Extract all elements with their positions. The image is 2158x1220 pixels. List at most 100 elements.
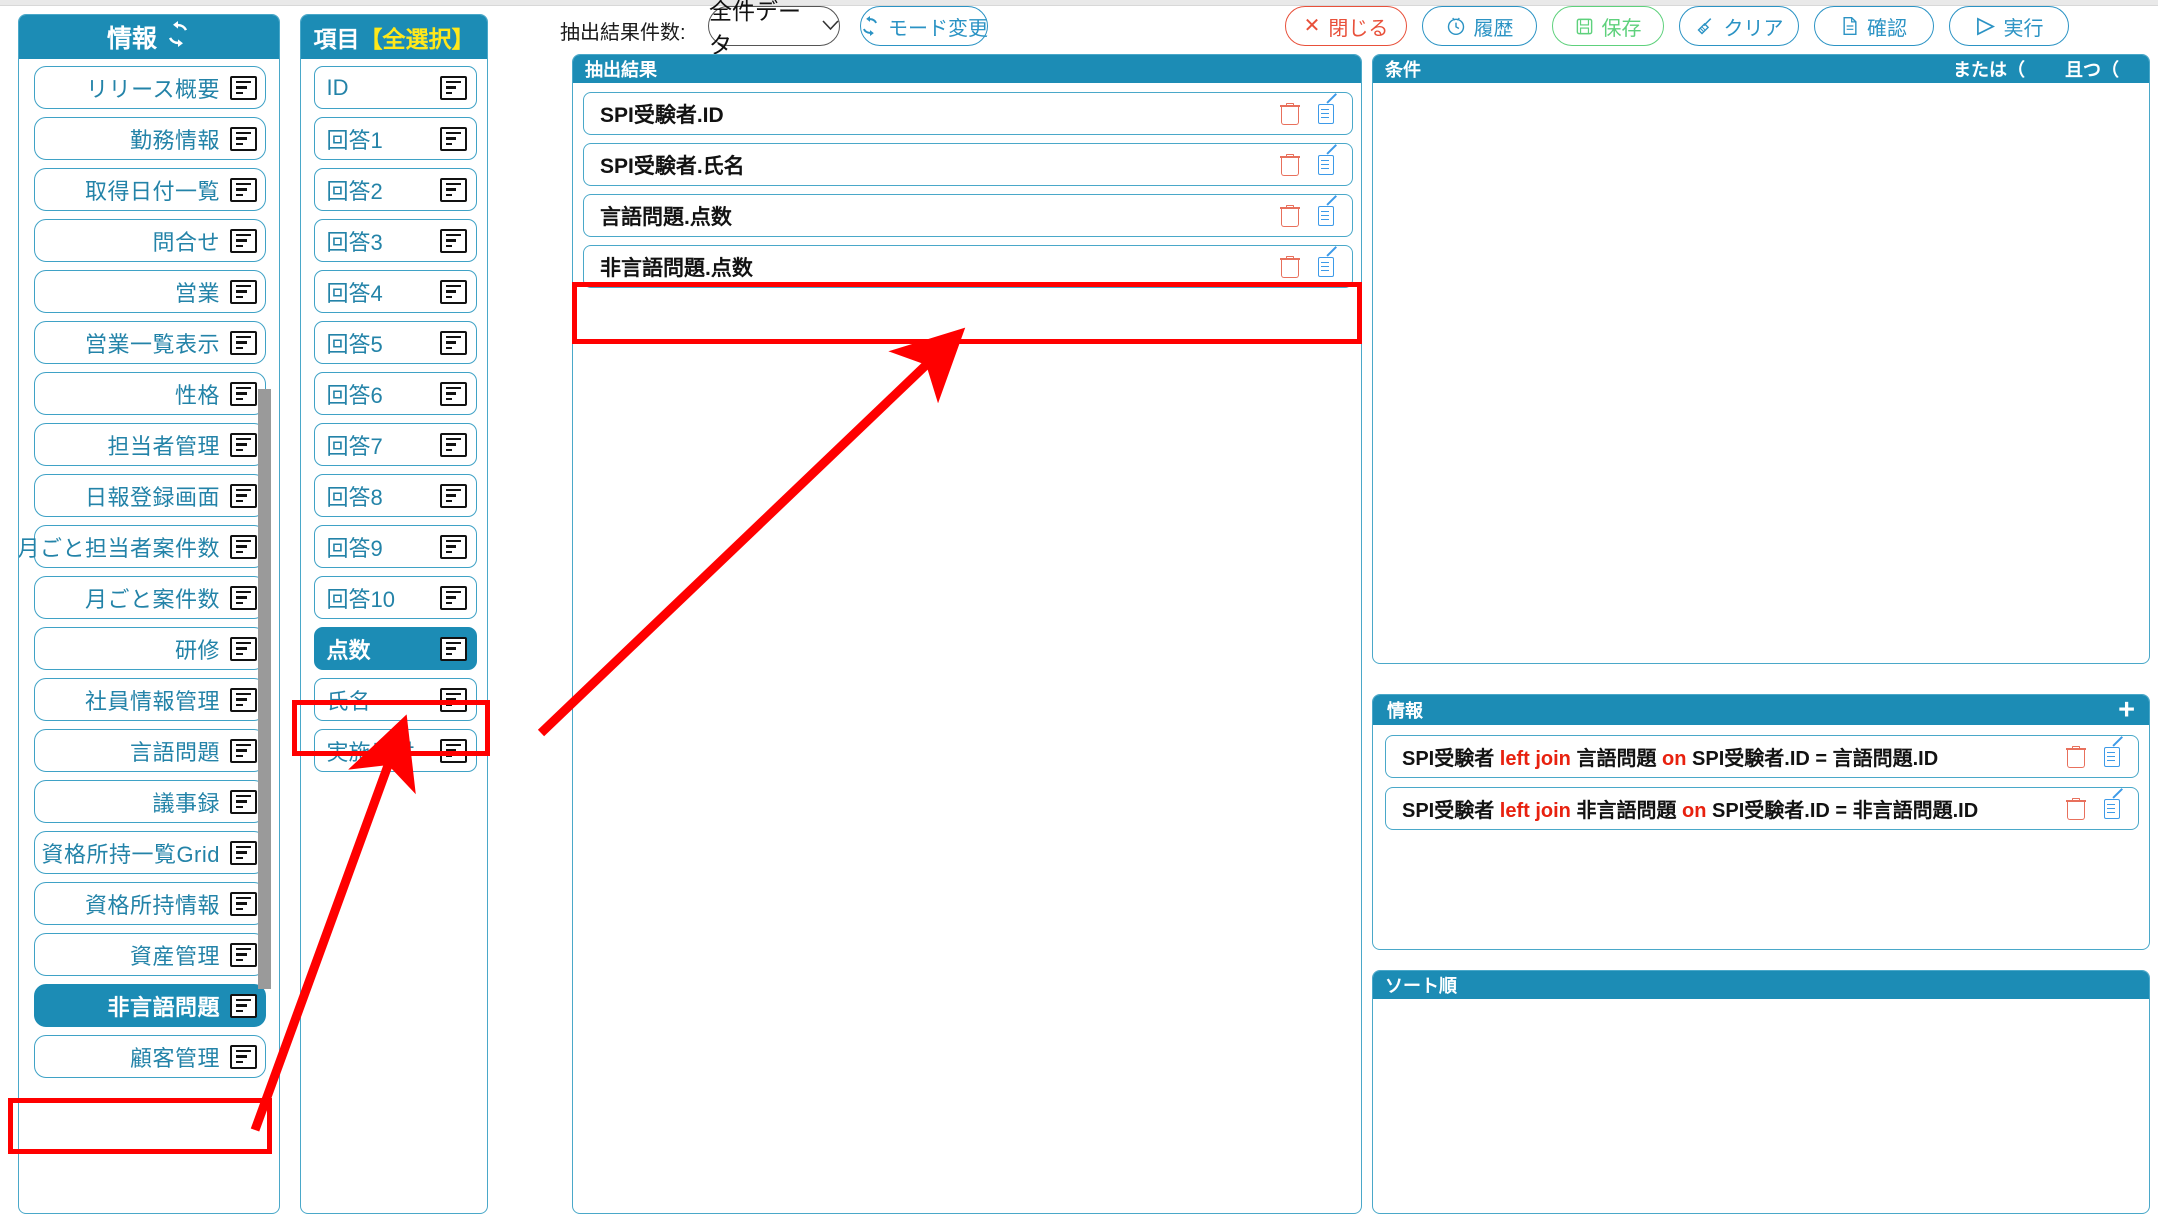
info-header: 情報 +: [1373, 695, 2149, 725]
item-3[interactable]: 回答3: [313, 219, 477, 262]
sort-list[interactable]: [1373, 999, 2149, 1213]
join-list[interactable]: SPI受験者 left join 言語問題 on SPI受験者.ID = 言語問…: [1373, 725, 2149, 949]
extract-results-panel: 抽出結果 SPI受験者.ID SPI受験者.氏名 言語問題.点数 非言語問題.点数: [572, 54, 1362, 1214]
join-row[interactable]: SPI受験者 left join 非言語問題 on SPI受験者.ID = 非言…: [1385, 787, 2139, 830]
item-5[interactable]: 回答5: [313, 321, 477, 364]
trash-icon[interactable]: [1280, 153, 1300, 176]
item-label: 回答6: [326, 382, 383, 408]
trash-icon[interactable]: [1280, 204, 1300, 227]
condition-col-or: または（: [1953, 60, 2025, 80]
item-0[interactable]: ID: [313, 66, 477, 109]
play-icon: [1975, 17, 1996, 36]
sidebar-item-8[interactable]: 日報登録画面: [34, 474, 266, 517]
document-icon: [1841, 16, 1859, 36]
annotation-highlight-item: [292, 700, 490, 756]
save-button[interactable]: 保存: [1552, 6, 1664, 46]
item-4[interactable]: 回答4: [313, 270, 477, 313]
item-11[interactable]: 点数: [313, 627, 477, 670]
history-button[interactable]: 履歴: [1422, 6, 1537, 46]
items-list[interactable]: ID 回答1 回答2 回答3 回答4 回答5 回答6 回答7 回答8 回答9 回答10 点数 氏名 実施日…: [301, 59, 487, 1213]
close-button[interactable]: ✕ 閉じる: [1285, 6, 1407, 46]
sidebar-item-7[interactable]: 担当者管理: [34, 423, 266, 466]
edit-icon[interactable]: [1318, 205, 1338, 227]
trash-icon[interactable]: [1280, 255, 1300, 278]
trash-icon[interactable]: [1280, 102, 1300, 125]
sidebar-item-label: 営業一覧表示: [84, 331, 220, 357]
extract-count-label: 抽出結果件数:: [560, 22, 686, 44]
join-row[interactable]: SPI受験者 left join 言語問題 on SPI受験者.ID = 言語問…: [1385, 735, 2139, 778]
list-icon: [230, 840, 257, 865]
extract-result-row[interactable]: SPI受験者.氏名: [583, 143, 1353, 186]
item-label: 回答8: [326, 484, 383, 510]
sidebar-scrollbar-thumb[interactable]: [258, 389, 271, 989]
refresh-icon[interactable]: [165, 20, 191, 54]
run-button[interactable]: 実行: [1949, 6, 2069, 46]
list-icon: [230, 126, 257, 151]
row-actions: [2066, 797, 2124, 820]
sidebar-scrollbar-track[interactable]: [258, 59, 275, 1213]
sidebar-item-2[interactable]: 取得日付一覧: [34, 168, 266, 211]
edit-icon[interactable]: [1318, 154, 1338, 176]
sidebar-item-14[interactable]: 議事録: [34, 780, 266, 823]
extract-count-select[interactable]: 全件データ: [708, 0, 840, 58]
item-9[interactable]: 回答9: [313, 525, 477, 568]
sidebar-item-label: 非言語問題: [107, 994, 220, 1020]
item-6[interactable]: 回答6: [313, 372, 477, 415]
item-8[interactable]: 回答8: [313, 474, 477, 517]
edit-icon[interactable]: [2104, 798, 2124, 820]
item-label: 点数: [326, 637, 371, 663]
item-label: 回答3: [326, 229, 383, 255]
sidebar-item-label: 勤務情報: [129, 127, 220, 153]
item-label: 回答4: [326, 280, 383, 306]
item-label: ID: [326, 74, 349, 100]
mode-change-button[interactable]: モード変更: [860, 6, 988, 46]
item-10[interactable]: 回答10: [313, 576, 477, 619]
clear-button[interactable]: クリア: [1679, 6, 1799, 46]
trash-icon[interactable]: [2066, 797, 2086, 820]
condition-list[interactable]: [1373, 83, 2149, 663]
extract-result-text: 言語問題.点数: [600, 205, 732, 229]
list-icon: [230, 177, 257, 202]
sidebar-item-label: 営業: [174, 280, 220, 306]
items-title-highlight[interactable]: 【全選択】: [360, 20, 475, 54]
sidebar-item-label: 担当者管理: [107, 433, 220, 459]
item-label: 回答7: [326, 433, 383, 459]
sidebar-item-10[interactable]: 月ごと案件数: [34, 576, 266, 619]
list-icon: [230, 687, 257, 712]
sidebar-item-11[interactable]: 研修: [34, 627, 266, 670]
sidebar-item-list[interactable]: リリース概要勤務情報取得日付一覧 問合せ営業営業一覧表示性格担当者管理日報登録画面…: [19, 59, 279, 1213]
item-label: 回答10: [326, 586, 395, 612]
sidebar-item-1[interactable]: 勤務情報: [34, 117, 266, 160]
edit-icon[interactable]: [2104, 746, 2124, 768]
sidebar-item-5[interactable]: 営業一覧表示: [34, 321, 266, 364]
item-7[interactable]: 回答7: [313, 423, 477, 466]
sidebar-item-16[interactable]: 資格所持情報: [34, 882, 266, 925]
clear-label: クリア: [1723, 17, 1784, 40]
extract-results-list[interactable]: SPI受験者.ID SPI受験者.氏名 言語問題.点数 非言語問題.点数: [573, 83, 1361, 1213]
confirm-button[interactable]: 確認: [1814, 6, 1934, 46]
trash-icon[interactable]: [2066, 745, 2086, 768]
sidebar-item-4[interactable]: 営業: [34, 270, 266, 313]
add-icon[interactable]: +: [2118, 695, 2135, 725]
sidebar-item-12[interactable]: 社員情報管理: [34, 678, 266, 721]
row-actions: [1280, 204, 1338, 227]
edit-icon[interactable]: [1318, 256, 1338, 278]
sidebar-item-15[interactable]: 資格所持一覧Grid: [34, 831, 266, 874]
sidebar-item-3[interactable]: 問合せ: [34, 219, 266, 262]
extract-result-row[interactable]: SPI受験者.ID: [583, 92, 1353, 135]
edit-icon[interactable]: [1318, 103, 1338, 125]
extract-result-row[interactable]: 言語問題.点数: [583, 194, 1353, 237]
sidebar-item-17[interactable]: 資産管理: [34, 933, 266, 976]
sidebar-item-19[interactable]: 顧客管理: [34, 1035, 266, 1078]
item-label: 回答2: [326, 178, 383, 204]
sidebar-item-13[interactable]: 言語問題: [34, 729, 266, 772]
list-icon: [230, 228, 257, 253]
sidebar-item-18[interactable]: 非言語問題: [34, 984, 266, 1027]
item-1[interactable]: 回答1: [313, 117, 477, 160]
sidebar-item-0[interactable]: リリース概要: [34, 66, 266, 109]
list-icon: [230, 1044, 257, 1069]
list-icon: [439, 228, 467, 253]
item-2[interactable]: 回答2: [313, 168, 477, 211]
sidebar-item-9[interactable]: 月ごと担当者案件数: [19, 525, 266, 568]
sidebar-item-6[interactable]: 性格: [34, 372, 266, 415]
